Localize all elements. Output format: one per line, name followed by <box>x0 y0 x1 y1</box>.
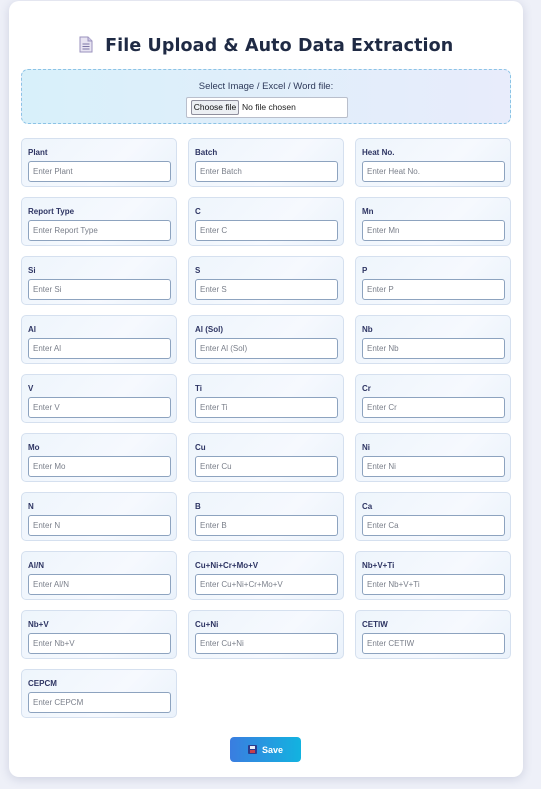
field-input[interactable] <box>195 397 338 418</box>
field-input[interactable] <box>28 456 171 477</box>
field-label: Mo <box>28 443 40 452</box>
field-label: S <box>195 266 201 275</box>
field-input[interactable] <box>28 574 171 595</box>
field-input[interactable] <box>362 161 505 182</box>
field-label: Cu <box>195 443 206 452</box>
field-input[interactable] <box>28 220 171 241</box>
field-card: Nb+V <box>21 610 177 659</box>
field-label: Si <box>28 266 36 275</box>
field-input[interactable] <box>28 397 171 418</box>
field-label: Nb+V+Ti <box>362 561 395 570</box>
file-status-text: No file chosen <box>242 102 296 112</box>
field-card: Si <box>21 256 177 305</box>
field-card: Al/N <box>21 551 177 600</box>
floppy-disk-icon <box>247 745 257 754</box>
field-card: CEPCM <box>21 669 177 718</box>
field-input[interactable] <box>195 220 338 241</box>
form-card: File Upload & Auto Data Extraction Selec… <box>9 1 523 777</box>
field-card: Mo <box>21 433 177 482</box>
field-card: Ti <box>188 374 344 423</box>
page-header: File Upload & Auto Data Extraction <box>9 34 523 58</box>
field-label: Ca <box>362 502 373 511</box>
field-label: Nb+V <box>28 620 49 629</box>
field-label: B <box>195 502 201 511</box>
field-input[interactable] <box>195 456 338 477</box>
field-label: N <box>28 502 34 511</box>
field-card: C <box>188 197 344 246</box>
field-label: Ni <box>362 443 370 452</box>
field-input[interactable] <box>28 279 171 300</box>
field-card: Al (Sol) <box>188 315 344 364</box>
field-input[interactable] <box>362 456 505 477</box>
field-card: Report Type <box>21 197 177 246</box>
field-card: Cu+Ni+Cr+Mo+V <box>188 551 344 600</box>
field-label: Cr <box>362 384 371 393</box>
field-label: Al/N <box>28 561 44 570</box>
field-input[interactable] <box>28 515 171 536</box>
field-input[interactable] <box>195 279 338 300</box>
page-title: File Upload & Auto Data Extraction <box>105 36 454 56</box>
choose-file-button[interactable]: Choose file <box>191 100 239 115</box>
field-card: B <box>188 492 344 541</box>
field-label: CETIW <box>362 620 388 629</box>
field-input[interactable] <box>362 397 505 418</box>
field-card: Nb+V+Ti <box>355 551 511 600</box>
field-card: N <box>21 492 177 541</box>
field-input[interactable] <box>28 161 171 182</box>
field-label: Al <box>28 325 36 334</box>
field-card: Cu+Ni <box>188 610 344 659</box>
upload-label: Select Image / Excel / Word file: <box>198 81 334 92</box>
field-card: S <box>188 256 344 305</box>
field-card: Ca <box>355 492 511 541</box>
save-button-label: Save <box>261 744 284 755</box>
field-label: Heat No. <box>362 148 395 157</box>
field-label: Mn <box>362 207 374 216</box>
field-card: Cu <box>188 433 344 482</box>
field-label: Report Type <box>28 207 75 216</box>
field-card: Al <box>21 315 177 364</box>
field-label: V <box>28 384 34 393</box>
field-card: Mn <box>355 197 511 246</box>
field-input[interactable] <box>362 220 505 241</box>
field-input[interactable] <box>362 279 505 300</box>
field-input[interactable] <box>195 633 338 654</box>
field-input[interactable] <box>195 574 338 595</box>
field-card: Cr <box>355 374 511 423</box>
field-input[interactable] <box>28 692 171 713</box>
field-label: CEPCM <box>28 679 57 688</box>
field-label: P <box>362 266 368 275</box>
field-input[interactable] <box>195 515 338 536</box>
field-label: Batch <box>195 148 218 157</box>
field-label: Nb <box>362 325 373 334</box>
field-input[interactable] <box>362 338 505 359</box>
field-card: Batch <box>188 138 344 187</box>
field-input[interactable] <box>28 633 171 654</box>
field-input[interactable] <box>195 338 338 359</box>
file-input[interactable]: Choose file No file chosen <box>186 97 348 118</box>
field-label: Al (Sol) <box>195 325 223 334</box>
field-label: Plant <box>28 148 48 157</box>
field-label: Cu+Ni+Cr+Mo+V <box>195 561 259 570</box>
field-card: V <box>21 374 177 423</box>
field-input[interactable] <box>362 574 505 595</box>
field-input[interactable] <box>362 633 505 654</box>
save-button[interactable]: Save <box>230 737 301 762</box>
field-card: Ni <box>355 433 511 482</box>
field-label: C <box>195 207 201 216</box>
field-input[interactable] <box>195 161 338 182</box>
field-label: Ti <box>195 384 202 393</box>
field-input[interactable] <box>28 338 171 359</box>
field-card: Nb <box>355 315 511 364</box>
field-card: Heat No. <box>355 138 511 187</box>
field-card: CETIW <box>355 610 511 659</box>
file-upload-panel: Select Image / Excel / Word file: Choose… <box>21 69 511 124</box>
document-icon <box>79 36 93 53</box>
field-card: Plant <box>21 138 177 187</box>
field-label: Cu+Ni <box>195 620 219 629</box>
field-card: P <box>355 256 511 305</box>
field-input[interactable] <box>362 515 505 536</box>
